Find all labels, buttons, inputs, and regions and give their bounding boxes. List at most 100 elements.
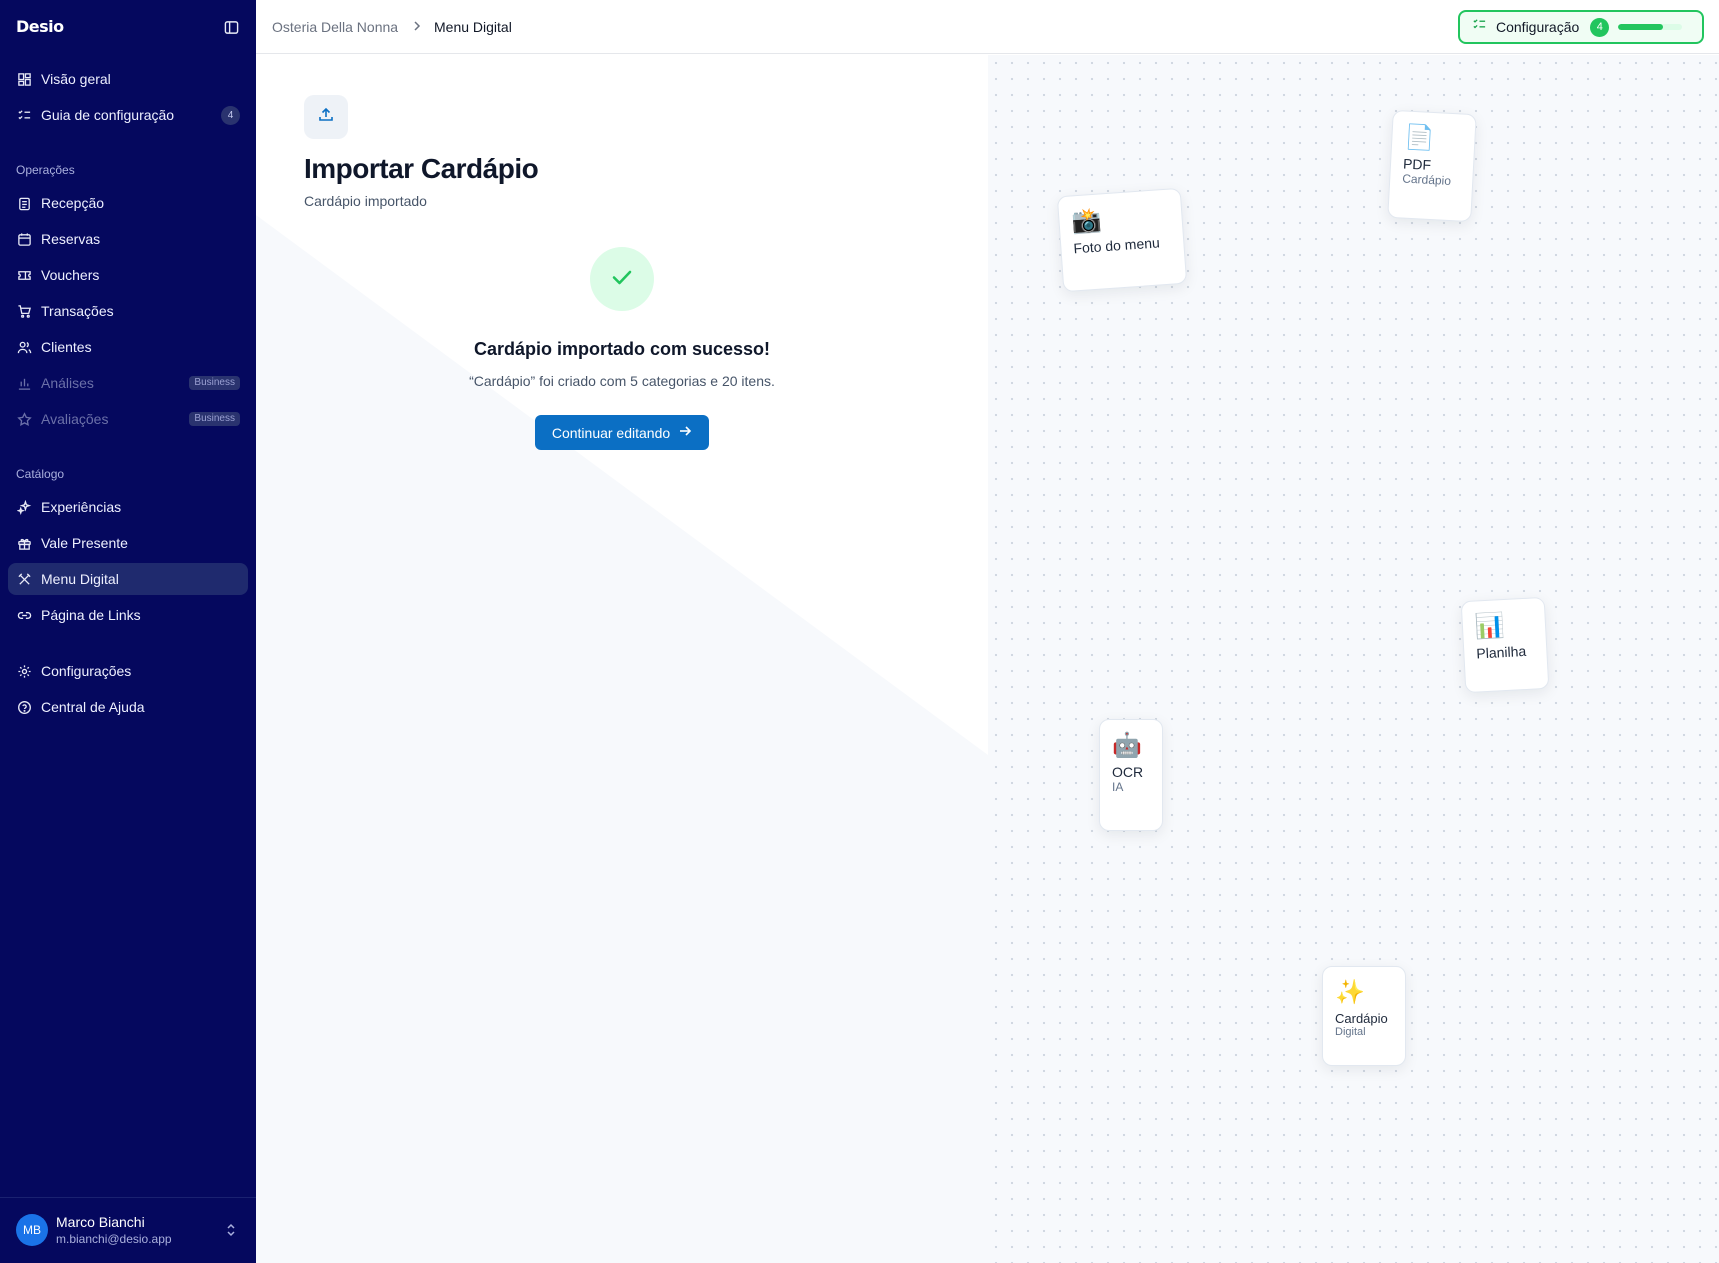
sidebar-item-recepcao[interactable]: Recepção	[8, 187, 248, 219]
sidebar-item-label: Visão geral	[41, 71, 111, 87]
check-icon	[608, 263, 636, 296]
card-pdf: 📄 PDF Cardápio	[1387, 109, 1477, 223]
bar-chart-icon	[16, 375, 32, 391]
calendar-icon	[16, 231, 32, 247]
card-title: Foto do menu	[1072, 234, 1161, 257]
upload-icon	[317, 106, 335, 129]
sidebar-item-label: Avaliações	[41, 411, 109, 427]
brand-row: Desio	[16, 16, 242, 38]
sidebar-item-label: Central de Ajuda	[41, 699, 145, 715]
users-icon	[16, 339, 32, 355]
sidebar-item-label: Experiências	[41, 499, 122, 515]
import-panel: Importar Cardápio Cardápio importado Car…	[256, 55, 988, 1263]
user-email: m.bianchi@desio.app	[56, 1232, 172, 1246]
sidebar-item-label: Análises	[41, 375, 94, 391]
robot-icon: 🤖	[1112, 732, 1142, 759]
continue-button-label: Continuar editando	[551, 424, 671, 441]
sidebar-item-label: Recepção	[41, 195, 105, 211]
gear-icon	[16, 663, 32, 679]
background-shape	[256, 215, 988, 1263]
card-spreadsheet: 📊 Planilha	[1460, 596, 1550, 694]
sparkles-icon: ✨	[1335, 979, 1365, 1006]
plan-badge: Business	[189, 412, 240, 426]
sidebar-item-label: Vouchers	[41, 267, 100, 283]
setup-label: Configuração	[1496, 19, 1580, 35]
success-badge	[590, 247, 654, 311]
sidebar-item-experiencias[interactable]: Experiências	[8, 491, 248, 523]
plan-badge: Business	[189, 376, 240, 390]
sidebar-item-vale-presente[interactable]: Vale Presente	[8, 527, 248, 559]
sidebar-item-label: Transações	[41, 303, 114, 319]
sidebar-item-central-de-ajuda[interactable]: Central de Ajuda	[8, 691, 248, 723]
breadcrumb-current: Menu Digital	[434, 19, 512, 35]
sidebar-item-vouchers[interactable]: Vouchers	[8, 259, 248, 291]
card-photo: 📸 Foto do menu	[1056, 187, 1188, 293]
card-title: Planilha	[1475, 642, 1527, 662]
gift-icon	[16, 535, 32, 551]
success-description: “Cardápio” foi criado com 5 categorias e…	[469, 373, 775, 389]
sidebar-item-transacoes[interactable]: Transações	[8, 295, 248, 327]
group-label-catalogo: Catálogo	[16, 467, 65, 481]
upload-button[interactable]	[304, 95, 348, 139]
sidebar-item-label: Página de Links	[41, 607, 141, 623]
checklist-icon	[1472, 17, 1487, 37]
sidebar-item-label: Guia de configuração	[41, 107, 175, 123]
setup-count-badge: 4	[221, 106, 240, 125]
card-title: OCR	[1112, 764, 1144, 780]
help-circle-icon	[16, 699, 32, 715]
setup-progress-bar	[1618, 24, 1683, 30]
sidebar-item-pagina-de-links[interactable]: Página de Links	[8, 599, 248, 631]
setup-count-badge: 4	[1590, 17, 1610, 37]
topbar: Osteria Della Nonna Menu Digital Configu…	[256, 0, 1719, 54]
card-subtitle: Digital	[1335, 1026, 1366, 1038]
sidebar-item-configuracoes[interactable]: Configurações	[8, 655, 248, 687]
success-title: Cardápio importado com sucesso!	[473, 339, 771, 359]
chevron-up-down-icon[interactable]	[224, 1222, 238, 1243]
sidebar-item-guia-de-configuracao[interactable]: Guia de configuração 4	[8, 99, 248, 131]
ticket-icon	[16, 267, 32, 283]
sidebar-item-avaliacoes[interactable]: Avaliações Business	[8, 403, 248, 435]
user-menu[interactable]: MB Marco Bianchi m.bianchi@desio.app	[0, 1197, 256, 1263]
sidebar-item-label: Reservas	[41, 231, 101, 247]
page-subtitle: Cardápio importado	[304, 193, 427, 209]
sidebar-item-label: Clientes	[41, 339, 92, 355]
sidebar-item-analises[interactable]: Análises Business	[8, 367, 248, 399]
sidebar-toggle-icon[interactable]	[220, 16, 242, 38]
chevron-right-icon	[411, 19, 423, 36]
document-icon: 📄	[1403, 123, 1436, 153]
sidebar-item-label: Configurações	[41, 663, 132, 679]
dashboard-icon	[16, 71, 32, 87]
card-subtitle: Cardápio	[1401, 171, 1452, 189]
sidebar-item-clientes[interactable]: Clientes	[8, 331, 248, 363]
breadcrumb-restaurant[interactable]: Osteria Della Nonna	[272, 19, 398, 35]
arrow-right-icon	[670, 424, 692, 441]
camera-icon: 📸	[1070, 206, 1103, 236]
illustration-panel: 📸 Foto do menu 📄 PDF Cardápio 📊 Planilha…	[988, 55, 1719, 1263]
clipboard-icon	[16, 195, 32, 211]
card-title: Cardápio	[1335, 1011, 1388, 1026]
user-name: Marco Bianchi	[56, 1214, 145, 1230]
cart-icon	[16, 303, 32, 319]
utensils-icon	[16, 571, 32, 587]
sparkles-icon	[16, 499, 32, 515]
sidebar: Desio Visão geral Guia de configuração 4…	[0, 0, 256, 1263]
sidebar-item-menu-digital[interactable]: Menu Digital	[8, 563, 248, 595]
bar-chart-icon: 📊	[1474, 611, 1506, 641]
card-subtitle: IA	[1112, 780, 1124, 794]
sidebar-item-label: Menu Digital	[41, 571, 119, 587]
sidebar-item-visao-geral[interactable]: Visão geral	[8, 63, 248, 95]
setup-progress-fill	[1618, 24, 1664, 30]
star-icon	[16, 411, 32, 427]
group-label-operacoes: Operações	[16, 163, 75, 177]
sidebar-item-label: Vale Presente	[41, 535, 128, 551]
sidebar-item-reservas[interactable]: Reservas	[8, 223, 248, 255]
app-logo[interactable]: Desio	[16, 17, 64, 36]
setup-progress-button[interactable]: Configuração 4	[1458, 10, 1704, 44]
link-icon	[16, 607, 32, 623]
page-title: Importar Cardápio	[304, 153, 539, 184]
checklist-icon	[16, 107, 32, 123]
card-ocr: 🤖 OCR IA	[1099, 719, 1163, 831]
avatar: MB	[16, 1214, 48, 1246]
continue-editing-button[interactable]: Continuar editando	[535, 415, 709, 450]
card-digital-menu: ✨ Cardápio Digital	[1322, 966, 1406, 1066]
